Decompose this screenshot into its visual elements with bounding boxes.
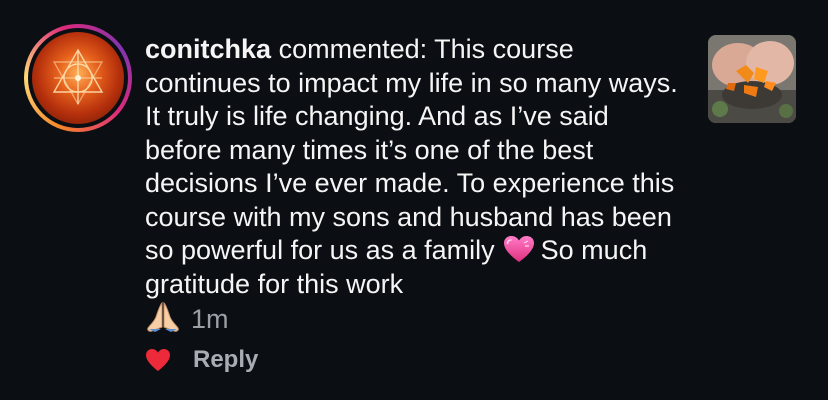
comment-actions: Reply [145,343,258,377]
post-thumbnail[interactable] [708,35,796,123]
username[interactable]: conitchka [145,34,271,64]
folded-hands-emoji-icon [145,301,181,333]
comment-notification[interactable]: conitchka commented: This course continu… [0,0,828,400]
comment-verb: commented: [278,34,428,64]
comment-text: This course continues to impact my life … [145,34,678,265]
post-thumbnail-image [708,35,796,123]
pink-heart-emoji-icon [503,235,535,263]
comment-body: conitchka commented: This course continu… [145,33,690,337]
heart-icon[interactable] [145,348,171,372]
avatar[interactable] [32,32,124,124]
reply-button[interactable]: Reply [193,346,258,374]
avatar-frame [28,28,128,128]
story-ring[interactable] [24,24,132,132]
timestamp: 1m [191,304,229,334]
sacred-geometry-icon [52,48,104,106]
